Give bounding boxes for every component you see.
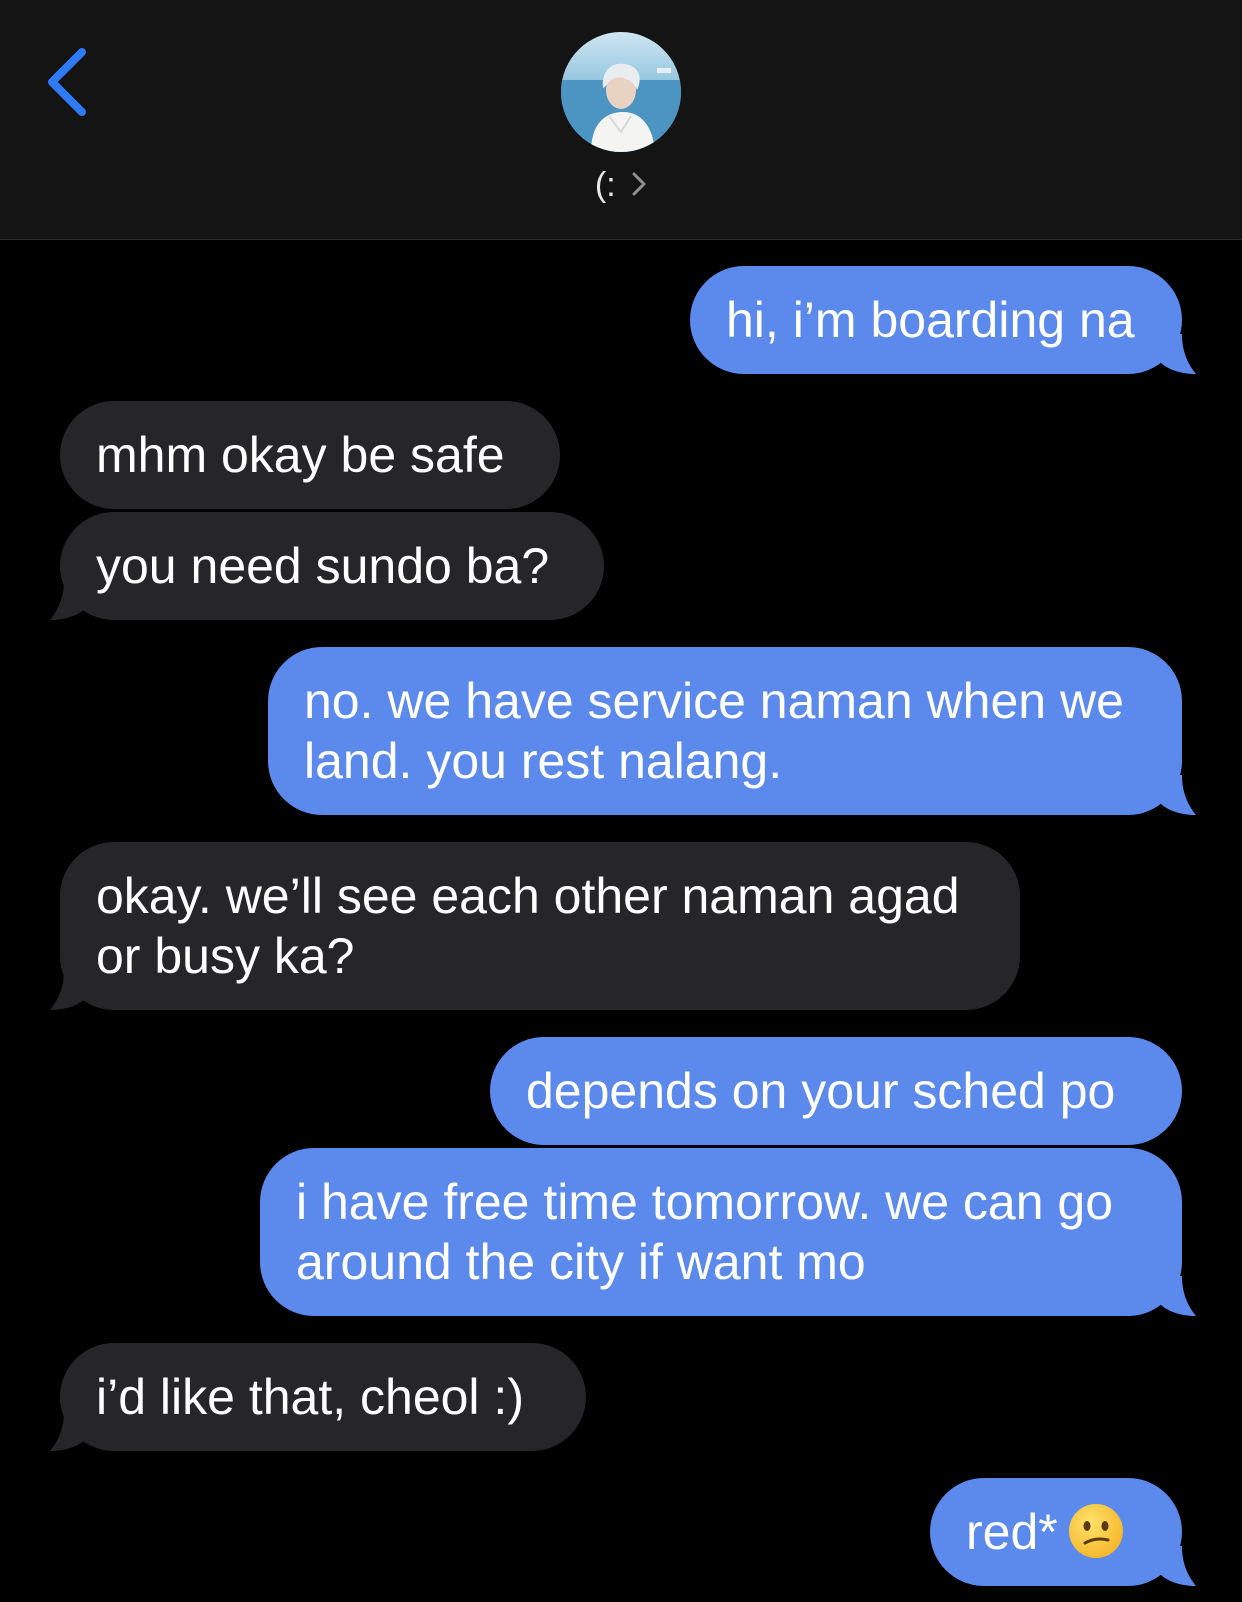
- back-button[interactable]: [40, 44, 96, 120]
- message-text-line: no. we have service naman when we: [304, 673, 1124, 729]
- message-bubble-received[interactable]: mhm okay be safe: [60, 401, 560, 509]
- message-text-line: land. you rest nalang.: [304, 733, 783, 789]
- message-text-line: around the city if want mo: [296, 1234, 866, 1290]
- message-text: mhm okay be safe: [96, 427, 505, 483]
- confused-face-emoji: [1068, 1504, 1123, 1558]
- bubble-tail: [1160, 1276, 1196, 1316]
- bubble-tail: [1160, 775, 1196, 815]
- message-text: red*: [966, 1504, 1058, 1560]
- chevron-left-icon: [48, 48, 86, 116]
- bubble-tail: [50, 970, 86, 1010]
- contact-name-button[interactable]: (:: [0, 166, 1242, 205]
- bubble-tail: [1160, 334, 1196, 374]
- message-bubble-sent[interactable]: depends on your sched po: [490, 1037, 1182, 1145]
- message-bubble-sent[interactable]: no. we have service naman when we land. …: [268, 647, 1182, 815]
- message-text: i’d like that, cheol :): [96, 1369, 524, 1425]
- message-bubble-received[interactable]: i’d like that, cheol :): [60, 1343, 586, 1451]
- message-text-line: okay. we’ll see each other naman agad: [96, 868, 960, 924]
- message-text: hi, i’m boarding na: [726, 292, 1135, 348]
- message-text-line: or busy ka?: [96, 928, 355, 984]
- message-bubble-sent[interactable]: red*: [930, 1478, 1182, 1586]
- message-text-line: i have free time tomorrow. we can go: [296, 1174, 1114, 1230]
- message-bubble-received[interactable]: you need sundo ba?: [60, 512, 604, 620]
- chevron-right-icon: [632, 172, 646, 196]
- avatar-photo: [561, 32, 681, 152]
- message-text: depends on your sched po: [526, 1063, 1116, 1119]
- bubble-tail: [50, 580, 86, 620]
- message-bubble-sent[interactable]: i have free time tomorrow. we can go aro…: [260, 1148, 1182, 1316]
- contact-avatar[interactable]: [561, 32, 681, 152]
- contact-name: (:: [594, 166, 616, 204]
- conversation-header: (:: [0, 0, 1242, 240]
- bubble-tail: [50, 1411, 86, 1451]
- bubble-tail: [1160, 1546, 1196, 1586]
- message-bubble-received[interactable]: okay. we’ll see each other naman agad or…: [60, 842, 1020, 1010]
- message-bubble-sent[interactable]: hi, i’m boarding na: [690, 266, 1182, 374]
- message-text: you need sundo ba?: [96, 538, 550, 594]
